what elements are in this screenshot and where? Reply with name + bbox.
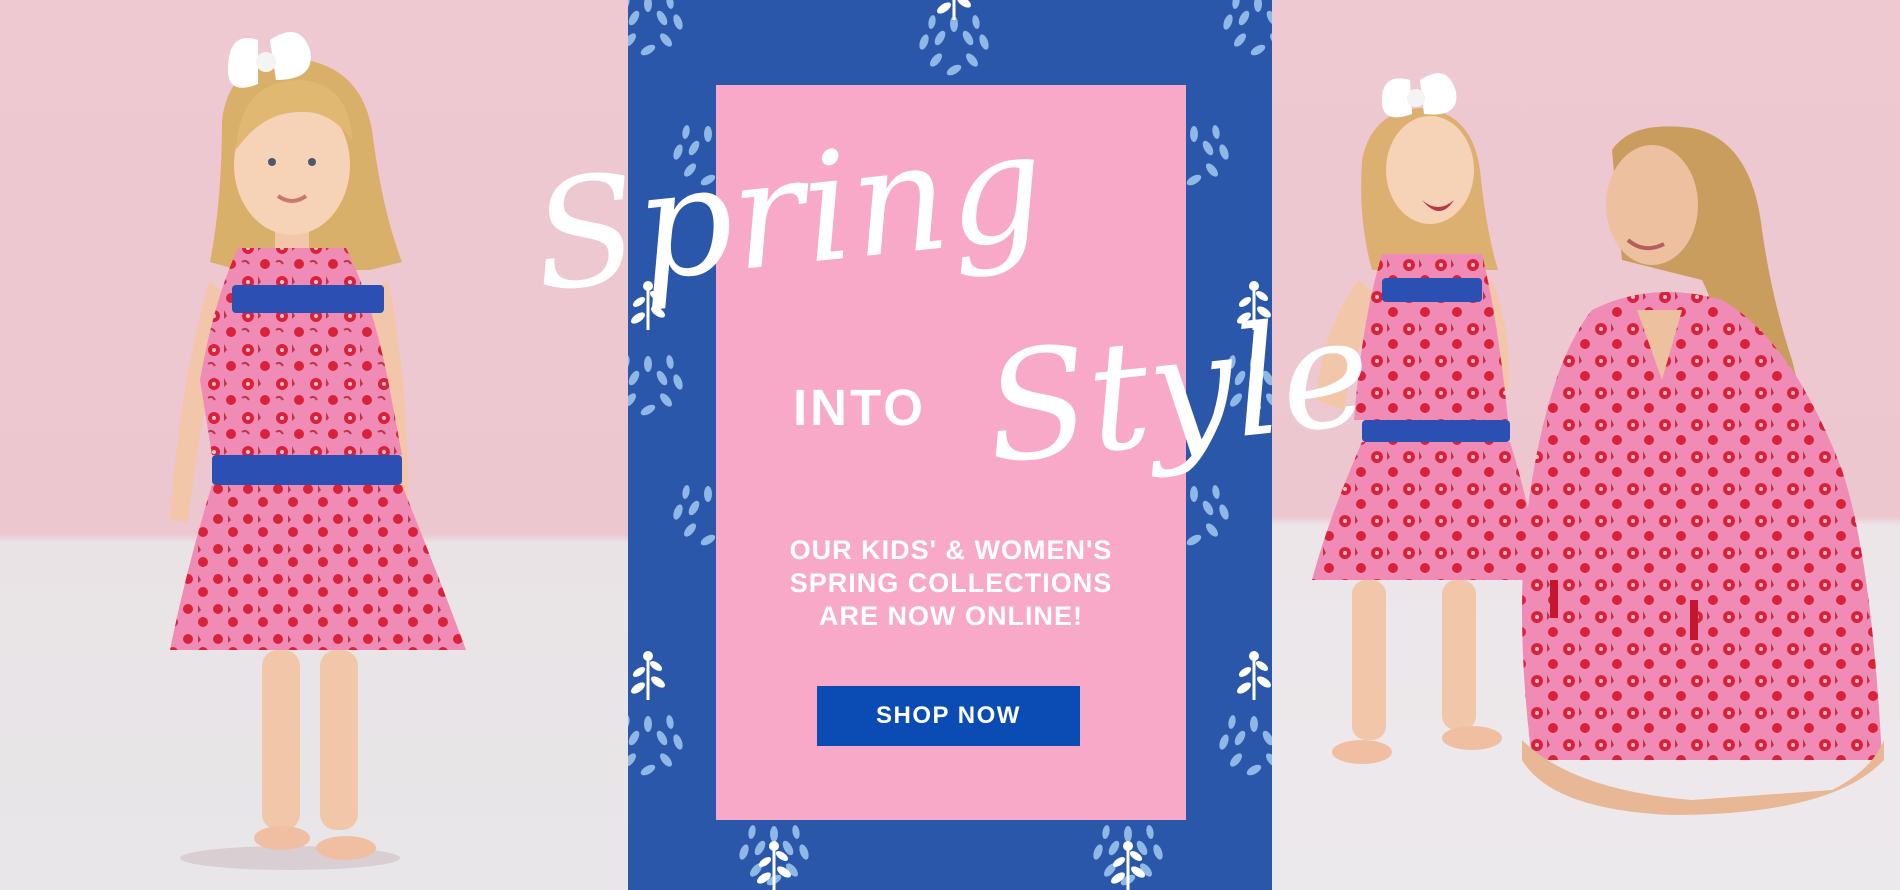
tagline-line-1: OUR KIDS' & WOMEN'S xyxy=(789,535,1113,565)
headline-script-spring: Spring xyxy=(526,99,1052,325)
tagline-line-3: ARE NOW ONLINE! xyxy=(819,601,1083,631)
shop-now-button[interactable]: SHOP NOW xyxy=(817,686,1080,746)
headline-into: INTO xyxy=(793,379,926,436)
tagline-line-2: SPRING COLLECTIONS xyxy=(789,568,1113,598)
headline-script-style: Style xyxy=(978,285,1379,498)
script-headline: Spring Style xyxy=(526,99,1379,498)
collections-tagline: OUR KIDS' & WOMEN'S SPRING COLLECTIONS A… xyxy=(736,534,1166,633)
spring-hero-banner[interactable]: Spring Style INTO OUR KIDS' & WOMEN'S SP… xyxy=(0,0,1900,890)
